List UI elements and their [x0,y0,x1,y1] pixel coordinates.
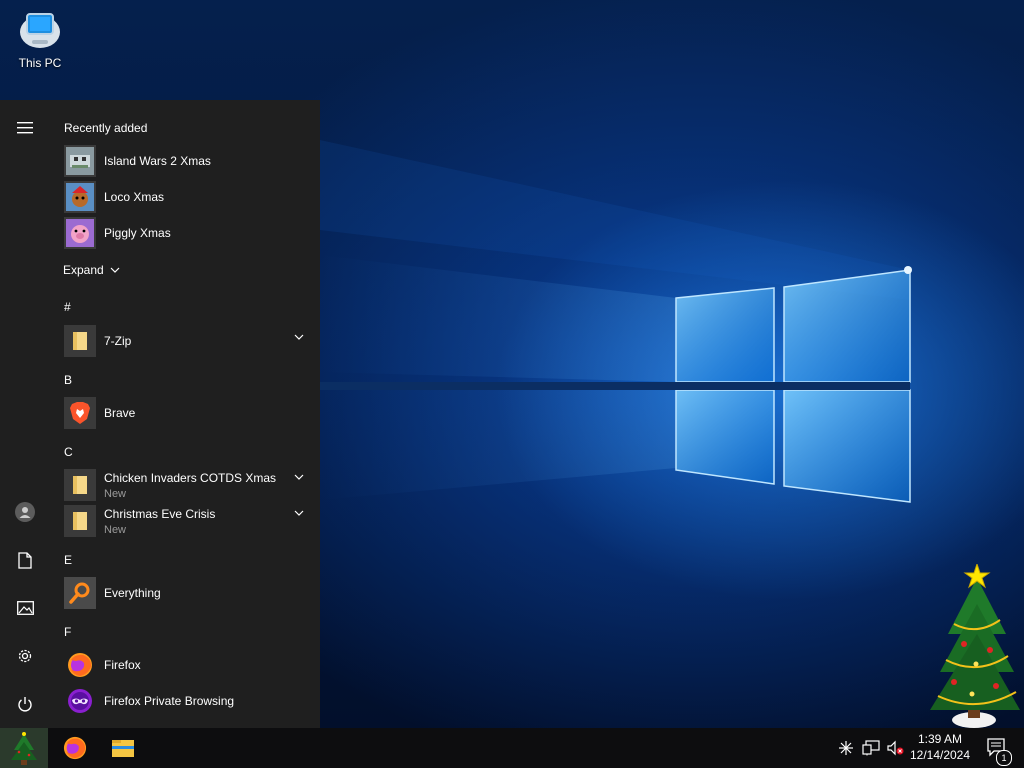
firefox-icon [63,736,87,760]
loco-xmas-icon [64,181,96,213]
start-app-list: Recently added Island Wars 2 Xmas Loco X… [50,100,320,728]
new-badge: New [104,488,127,500]
piggly-xmas-icon [64,217,96,249]
app-item-brave[interactable]: Brave [62,396,310,430]
folder-icon [64,469,96,501]
xmas-tree-decoration [924,562,1024,730]
app-name: Piggly Xmas [104,226,171,240]
app-name: Chicken Invaders COTDS Xmas [104,471,277,485]
app-item-christmas-eve-crisis[interactable]: Christmas Eve Crisis New [62,504,310,538]
start-button-icon [11,732,37,765]
clock-time: 1:39 AM [917,732,963,746]
everything-icon [64,577,96,609]
app-item-firefox[interactable]: Firefox [62,648,310,682]
app-item-chicken-invaders[interactable]: Chicken Invaders COTDS Xmas New [62,468,310,502]
app-item-firefox-private[interactable]: Firefox Private Browsing [62,684,310,718]
user-avatar-icon[interactable] [0,492,50,532]
taskbar-file-explorer[interactable] [100,728,146,768]
expand-button[interactable]: Expand [63,263,120,277]
documents-icon[interactable] [0,540,50,580]
island-wars-icon [64,145,96,177]
section-letter-b[interactable]: B [64,373,72,387]
folder-icon [64,325,96,357]
section-letter-e[interactable]: E [64,553,72,567]
app-name: Loco Xmas [104,190,165,204]
app-item-piggly-xmas[interactable]: Piggly Xmas [62,216,310,250]
chevron-down-icon [110,267,120,273]
start-menu: Recently added Island Wars 2 Xmas Loco X… [0,100,320,728]
chevron-down-icon[interactable] [294,474,304,480]
folder-icon [64,505,96,537]
network-monitor-icon[interactable] [860,728,882,768]
brave-icon [64,397,96,429]
taskbar: 1:39 AM 12/14/2024 1 [0,728,1024,768]
firefox-private-icon [64,685,96,717]
app-name: Island Wars 2 Xmas [104,154,211,168]
network-asterisk-icon[interactable] [836,728,856,768]
section-letter-f[interactable]: F [64,625,71,639]
desktop-icon-label: This PC [18,56,62,70]
hamburger-menu-icon[interactable] [0,108,50,148]
app-name: Brave [104,406,136,420]
recently-added-header: Recently added [64,121,148,135]
section-letter-c[interactable]: C [64,445,73,459]
pictures-icon[interactable] [0,588,50,628]
volume-muted-icon[interactable] [884,728,906,768]
power-icon[interactable] [0,684,50,724]
app-item-loco-xmas[interactable]: Loco Xmas [62,180,310,214]
chevron-down-icon[interactable] [294,334,304,340]
notifications-button[interactable]: 1 [980,728,1016,768]
desktop-icon-this-pc[interactable]: This PC [8,6,72,70]
chevron-down-icon[interactable] [294,510,304,516]
file-explorer-icon [112,740,134,757]
this-pc-icon [18,6,62,50]
section-letter-hash[interactable]: # [64,300,71,314]
notification-count-badge: 1 [996,750,1012,766]
app-name: Firefox [104,658,141,672]
settings-gear-icon[interactable] [0,636,50,676]
app-name: Christmas Eve Crisis [104,507,216,521]
firefox-icon [64,649,96,681]
taskbar-firefox[interactable] [52,728,98,768]
app-item-7zip[interactable]: 7-Zip [62,324,310,358]
start-button[interactable] [0,728,48,768]
clock-date: 12/14/2024 [909,748,971,762]
app-name: Everything [104,586,161,600]
app-name: Firefox Private Browsing [104,694,235,708]
app-item-everything[interactable]: Everything [62,576,310,610]
app-item-island-wars[interactable]: Island Wars 2 Xmas [62,144,310,178]
expand-label: Expand [63,263,104,277]
app-name: 7-Zip [104,334,132,348]
start-menu-rail [0,100,50,728]
new-badge: New [104,524,127,536]
system-clock[interactable]: 1:39 AM 12/14/2024 [905,731,975,763]
